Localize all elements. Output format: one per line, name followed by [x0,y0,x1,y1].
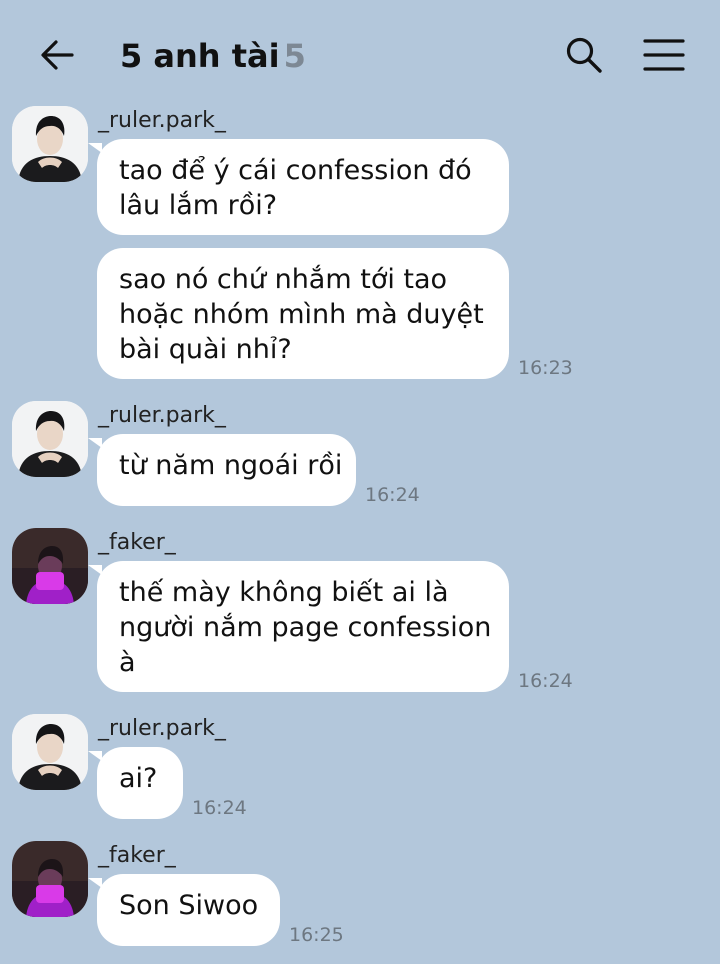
message-timestamp: 16:23 [518,357,573,379]
message-line: hoặc nhóm mình mà duyệt [119,299,484,330]
message-timestamp: 16:24 [518,670,573,692]
message-timestamp: 16:25 [289,924,344,946]
avatar-ruler-image [12,401,88,477]
message-line: ai? [119,763,158,794]
hamburger-menu-icon [643,39,685,71]
message-timestamp: 16:24 [365,484,420,506]
avatar-faker[interactable] [12,841,88,917]
member-count: 5 [283,37,306,75]
search-icon [566,37,602,73]
sender-name: _faker_ [98,530,176,555]
message-bubble[interactable]: sao nó chứ nhắm tới tao hoặc nhóm mình m… [97,248,509,379]
avatar-ruler[interactable] [12,401,88,477]
sender-name: _ruler.park_ [98,403,226,428]
avatar-ruler-image [12,106,88,182]
message-line: lâu lắm rồi? [119,190,278,221]
message-line: tao để ý cái confession đó [119,155,472,186]
message-bubble[interactable]: từ năm ngoái rồi [88,434,356,506]
avatar-ruler-image [12,714,88,790]
arrow-left-icon [41,40,74,70]
message-line: à [119,647,136,678]
message-line: từ năm ngoái rồi [119,450,343,481]
message-bubble[interactable]: thế mày không biết ai là người nắm page … [88,561,509,692]
message-line: Son Siwoo [119,890,259,921]
message-bubble[interactable]: ai? [88,747,183,819]
message-bubble[interactable]: Son Siwoo [88,874,280,946]
sender-name: _faker_ [98,843,176,868]
sender-name: _ruler.park_ [98,716,226,741]
avatar-ruler[interactable] [12,714,88,790]
message-line: người nắm page confession [119,612,492,643]
message-bubble[interactable]: tao để ý cái confession đó lâu lắm rồi? [88,139,509,235]
chat-header: 5 anh tài 5 [0,0,720,100]
avatar-ruler[interactable] [12,106,88,182]
message-line: thế mày không biết ai là [119,577,449,608]
avatar-faker-image [12,528,88,604]
message-line: bài quài nhỉ? [119,334,292,365]
avatar-faker-image [12,841,88,917]
avatar-faker[interactable] [12,528,88,604]
menu-button[interactable] [636,30,692,80]
chat-title: 5 anh tài 5 [120,34,306,78]
sender-name: _ruler.park_ [98,108,226,133]
chat-title-text: 5 anh tài [120,37,280,75]
message-line: sao nó chứ nhắm tới tao [119,264,448,295]
search-button[interactable] [556,30,612,80]
message-timestamp: 16:24 [192,797,247,819]
back-button[interactable] [28,30,88,80]
